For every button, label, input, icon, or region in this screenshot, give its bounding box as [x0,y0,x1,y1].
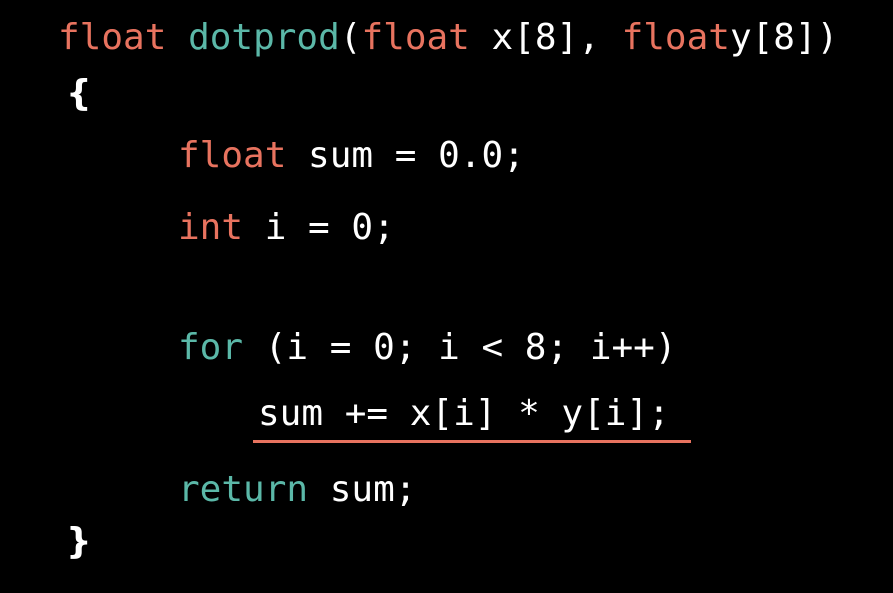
brace-close: } [66,521,92,562]
param-y: y[8]) [729,17,839,58]
code-text: (i = 0; i < 8; i++) [243,327,677,368]
param-x: x[8], [469,17,600,58]
code-text: sum = 0.0; [286,135,525,176]
code-line-sum-decl: float sum = 0.0; [178,134,525,178]
keyword-float: float [361,17,470,58]
keyword-int: int [178,207,244,248]
code-view: float dotprod(float x[8], floaty[8]) { f… [0,0,893,593]
paren-open: ( [339,17,362,58]
function-name: dotprod [188,17,340,58]
code-line-return: return sum; [178,468,416,512]
keyword-for: for [178,327,244,368]
code-text: sum; [308,469,417,510]
code-line-loop-body: sum += x[i] * y[i]; [258,393,670,434]
code-line-signature: float dotprod(float x[8], floaty[8]) [58,16,838,60]
code-line-i-decl: int i = 0; [178,206,395,250]
highlight-underline [253,440,691,443]
keyword-float: float [621,17,730,58]
keyword-float: float [58,17,167,58]
brace-open: { [66,73,92,114]
code-line-for-loop: for (i = 0; i < 8; i++) [178,326,677,370]
keyword-float: float [178,135,287,176]
code-text: i = 0; [243,207,395,248]
keyword-return: return [178,469,309,510]
